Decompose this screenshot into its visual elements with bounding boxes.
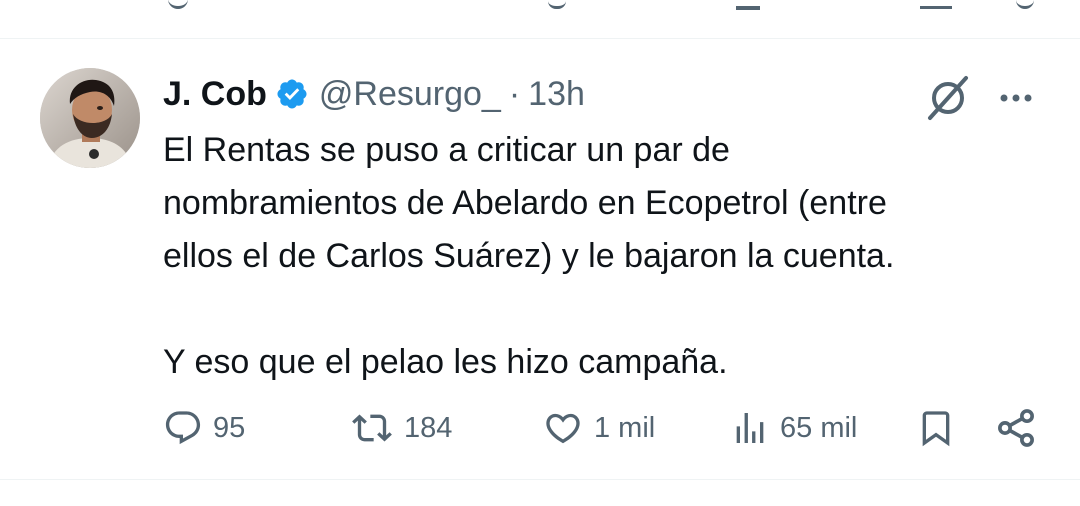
previous-views-icon[interactable] xyxy=(736,0,760,10)
header-separator: · xyxy=(508,74,521,113)
tweet[interactable]: J. Cob @Resurgo_ · 13h El Rentas se puso… xyxy=(0,40,1080,478)
grok-icon[interactable] xyxy=(924,74,972,122)
heart-icon xyxy=(546,413,580,444)
share-icon xyxy=(998,409,1034,447)
previous-share-icon[interactable] xyxy=(1016,0,1034,9)
avatar-photo xyxy=(40,68,140,168)
repost-button[interactable]: 184 xyxy=(350,402,452,454)
tweet-text-line: ellos el de Carlos Suárez) y le bajaron … xyxy=(163,237,895,275)
verified-badge-icon[interactable] xyxy=(275,77,309,111)
like-count: 1 mil xyxy=(594,411,656,444)
tweet-text: El Rentas se puso a criticar un par de n… xyxy=(163,124,1043,389)
avatar[interactable] xyxy=(40,68,140,168)
tweet-actions: 95 184 1 mil 65 mil xyxy=(0,402,1080,454)
tweet-text-line: Y eso que el pelao les hizo campaña. xyxy=(163,343,728,381)
bookmark-icon xyxy=(922,411,950,447)
display-name[interactable]: J. Cob xyxy=(163,75,267,114)
views-chart-icon xyxy=(736,413,764,443)
bottom-divider xyxy=(0,479,1080,480)
tweet-text-line: nombramientos de Abelardo en Ecopetrol (… xyxy=(163,184,887,222)
tweet-text-line: El Rentas se puso a criticar un par de xyxy=(163,131,730,169)
like-button[interactable]: 1 mil xyxy=(542,402,655,454)
user-handle[interactable]: @Resurgo_ xyxy=(319,75,501,114)
previous-reply-icon[interactable] xyxy=(168,0,188,9)
views-count: 65 mil xyxy=(780,411,858,444)
repost-count: 184 xyxy=(404,411,453,444)
top-divider xyxy=(0,38,1080,39)
repost-icon xyxy=(352,414,392,442)
views-button[interactable]: 65 mil xyxy=(730,402,857,454)
previous-bookmark-icon[interactable] xyxy=(920,0,952,9)
tweet-timestamp[interactable]: 13h xyxy=(528,75,585,114)
bookmark-button[interactable] xyxy=(916,402,956,454)
reply-count: 95 xyxy=(213,411,246,444)
previous-like-icon[interactable] xyxy=(548,0,566,9)
reply-icon xyxy=(165,411,201,445)
reply-button[interactable]: 95 xyxy=(163,402,245,454)
more-horizontal-icon[interactable] xyxy=(996,78,1036,118)
previous-tweet-actions xyxy=(0,0,1080,10)
tweet-header: J. Cob @Resurgo_ · 13h xyxy=(163,72,585,116)
share-button[interactable] xyxy=(994,402,1038,454)
